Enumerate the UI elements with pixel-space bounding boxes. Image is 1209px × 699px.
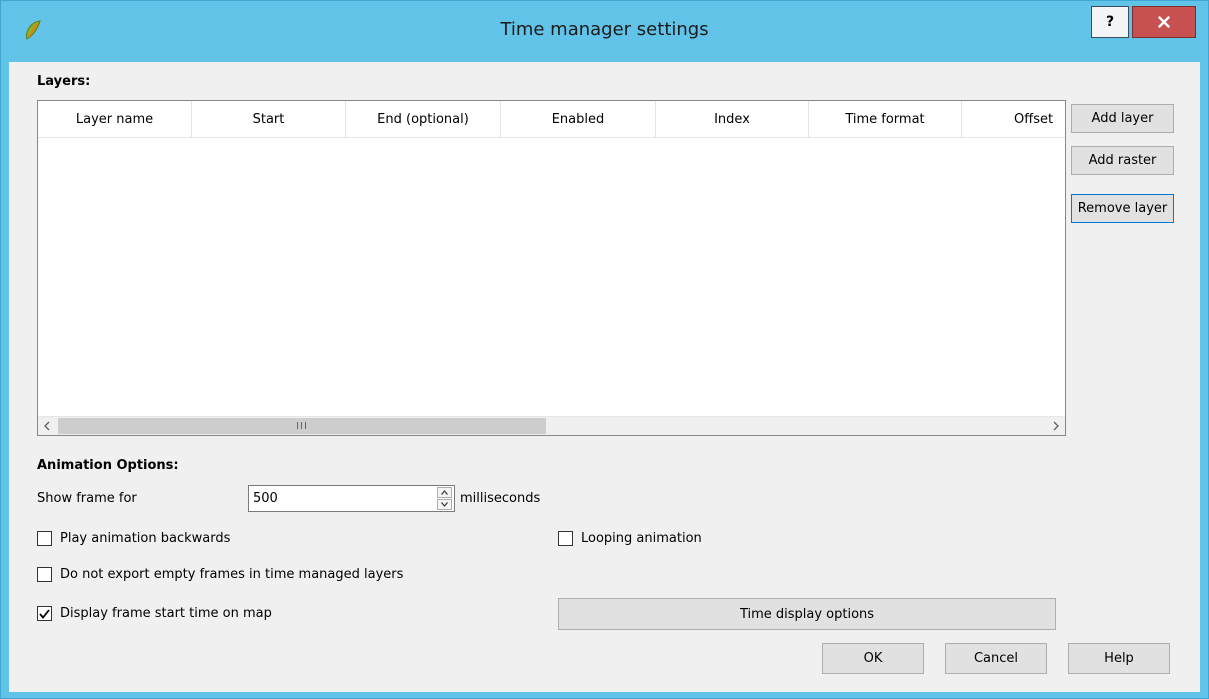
dialog-client-area: Layers: Layer name Start End (optional) … xyxy=(9,62,1200,692)
no-empty-frames-checkbox[interactable] xyxy=(37,567,52,582)
horizontal-scrollbar[interactable]: III xyxy=(38,416,1065,435)
remove-layer-button[interactable]: Remove layer xyxy=(1071,194,1174,223)
no-empty-frames-option[interactable]: Do not export empty frames in time manag… xyxy=(37,567,403,582)
chevron-left-icon xyxy=(44,421,50,431)
caret-up-icon xyxy=(441,490,448,495)
spin-down-button[interactable] xyxy=(437,499,452,510)
scroll-left-button[interactable] xyxy=(38,417,56,435)
display-start-time-checkbox[interactable] xyxy=(37,606,52,621)
window-title: Time manager settings xyxy=(500,19,709,40)
looping-label: Looping animation xyxy=(581,531,702,546)
play-backwards-label: Play animation backwards xyxy=(60,531,231,546)
title-bar[interactable]: Time manager settings ? xyxy=(1,1,1208,62)
layers-table[interactable]: Layer name Start End (optional) Enabled … xyxy=(37,100,1066,436)
column-header-offset[interactable]: Offset xyxy=(962,101,1065,137)
scrollbar-grip-icon: III xyxy=(296,420,308,432)
add-raster-button[interactable]: Add raster xyxy=(1071,146,1174,175)
milliseconds-label: milliseconds xyxy=(460,491,541,506)
spin-up-button[interactable] xyxy=(437,487,452,498)
no-empty-frames-label: Do not export empty frames in time manag… xyxy=(60,567,404,582)
column-header-layer-name[interactable]: Layer name xyxy=(38,101,192,137)
help-title-button[interactable]: ? xyxy=(1091,6,1129,38)
layers-table-header: Layer name Start End (optional) Enabled … xyxy=(38,101,1065,138)
time-display-options-button[interactable]: Time display options xyxy=(558,598,1056,630)
column-header-start[interactable]: Start xyxy=(192,101,346,137)
display-start-time-label: Display frame start time on map xyxy=(60,606,272,621)
frame-duration-spinbox[interactable] xyxy=(248,485,455,512)
ok-button[interactable]: OK xyxy=(822,643,924,674)
cancel-button[interactable]: Cancel xyxy=(945,643,1047,674)
play-backwards-checkbox[interactable] xyxy=(37,531,52,546)
looping-checkbox[interactable] xyxy=(558,531,573,546)
column-header-time-format[interactable]: Time format xyxy=(809,101,962,137)
close-button[interactable] xyxy=(1132,6,1196,38)
help-button[interactable]: Help xyxy=(1068,643,1170,674)
column-header-end[interactable]: End (optional) xyxy=(346,101,501,137)
scroll-right-button[interactable] xyxy=(1047,417,1065,435)
dialog-window: Time manager settings ? Layers: Layer na… xyxy=(0,0,1209,699)
checkmark-icon xyxy=(39,608,50,619)
display-start-time-option[interactable]: Display frame start time on map xyxy=(37,606,272,621)
frame-duration-input[interactable] xyxy=(253,489,423,508)
column-header-enabled[interactable]: Enabled xyxy=(501,101,656,137)
looping-option[interactable]: Looping animation xyxy=(558,531,702,546)
spin-buttons xyxy=(437,487,453,510)
scrollbar-thumb[interactable]: III xyxy=(58,418,546,434)
layers-section-label: Layers: xyxy=(37,74,91,89)
show-frame-label: Show frame for xyxy=(37,491,137,506)
chevron-right-icon xyxy=(1053,421,1059,431)
column-header-index[interactable]: Index xyxy=(656,101,809,137)
close-icon xyxy=(1158,16,1170,28)
add-layer-button[interactable]: Add layer xyxy=(1071,104,1174,133)
play-backwards-option[interactable]: Play animation backwards xyxy=(37,531,230,546)
caret-down-icon xyxy=(441,502,448,507)
animation-options-label: Animation Options: xyxy=(37,458,179,473)
